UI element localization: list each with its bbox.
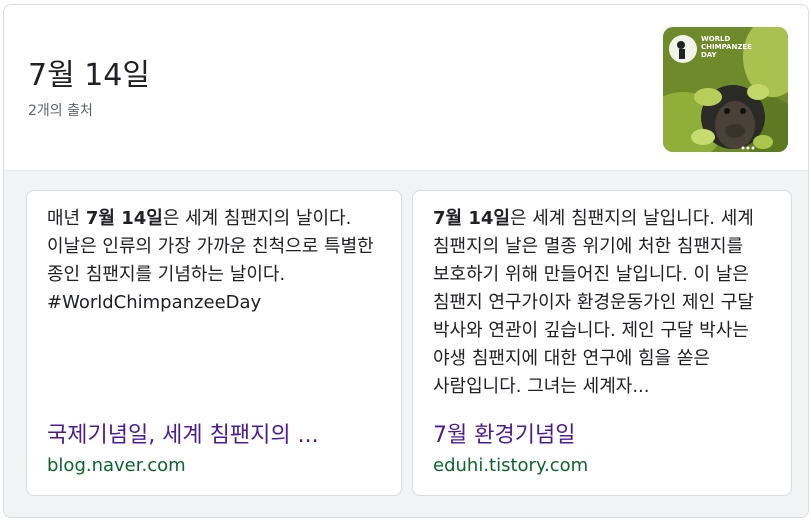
thumb-logo-line1: WORLD (701, 35, 731, 43)
source-title-link[interactable]: 국제기념일, 세계 침팬지의 ... (47, 421, 387, 451)
source-url: eduhi.tistory.com (433, 455, 589, 476)
source-count: 2개의 출처 (28, 103, 93, 119)
snippet-bold-date: 7월 14일 (433, 208, 510, 229)
featured-snippet-card: 7월 14일 2개의 출처 WORLD CHIMPANZEE DAY 매년 7월… (3, 4, 809, 518)
card-header: 7월 14일 2개의 출처 WORLD CHIMPANZEE DAY (4, 5, 808, 170)
source-title-link[interactable]: 7월 환경기념일 (433, 421, 777, 451)
source-snippet: 7월 14일은 세계 침팬지의 날입니다. 세계 침팬지의 날은 멸종 위기에 … (433, 208, 754, 397)
chimpanzee-photo-icon: WORLD CHIMPANZEE DAY (663, 27, 788, 152)
sources-area: 매년 7월 14일은 세계 침팬지의 날이다. 이날은 인류의 가장 가까운 친… (4, 170, 808, 517)
chimpanzee-thumbnail[interactable]: WORLD CHIMPANZEE DAY (663, 27, 788, 152)
thumb-logo-line2: CHIMPANZEE (701, 43, 752, 51)
snippet-bold-date: 7월 14일 (85, 208, 163, 229)
source-url: blog.naver.com (47, 455, 186, 476)
thumb-logo-line3: DAY (701, 51, 718, 59)
source-card-naver[interactable]: 매년 7월 14일은 세계 침팬지의 날이다. 이날은 인류의 가장 가까운 친… (26, 190, 402, 496)
source-snippet: 매년 7월 14일은 세계 침팬지의 날이다. 이날은 인류의 가장 가까운 친… (47, 208, 374, 313)
source-card-tistory[interactable]: 7월 14일은 세계 침팬지의 날입니다. 세계 침팬지의 날은 멸종 위기에 … (412, 190, 792, 496)
page-title: 7월 14일 (28, 58, 150, 93)
